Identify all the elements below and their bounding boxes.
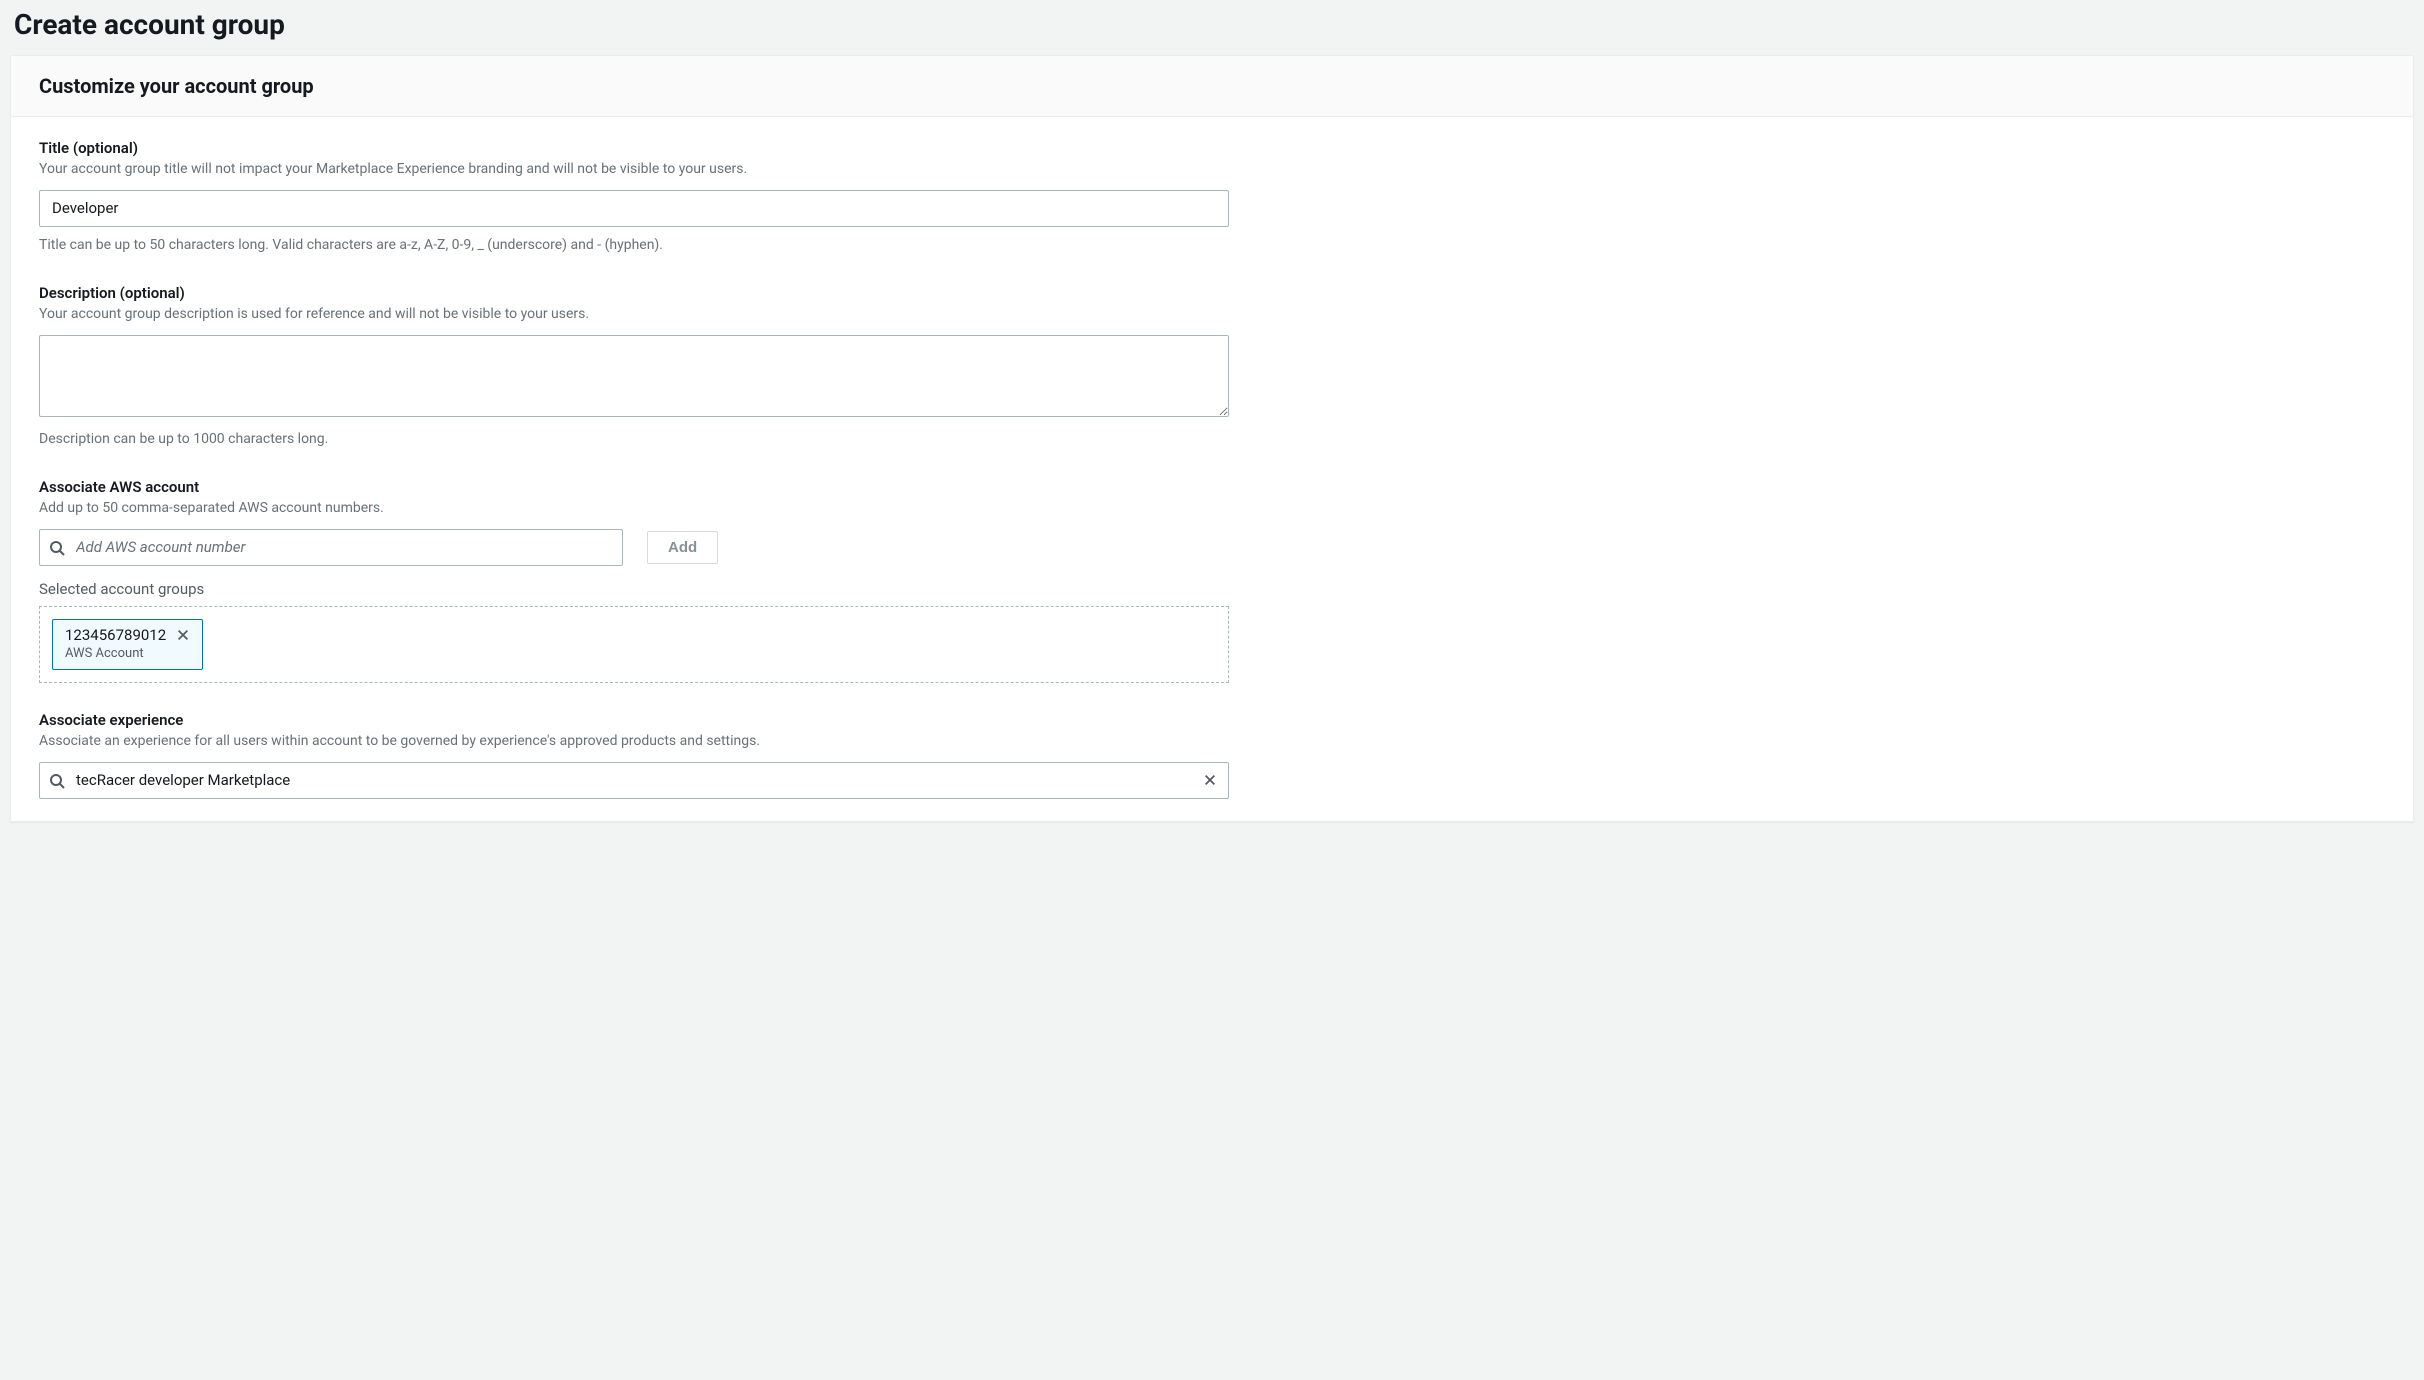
customize-card: Customize your account group Title (opti…	[10, 55, 2414, 822]
account-chip: 123456789012 AWS Account	[52, 619, 203, 670]
description-hint: Description can be up to 1000 characters…	[39, 429, 2385, 450]
title-label: Title (optional)	[39, 139, 2385, 157]
associate-experience-label: Associate experience	[39, 711, 2385, 729]
title-hint: Title can be up to 50 characters long. V…	[39, 235, 2385, 256]
search-icon	[49, 773, 65, 789]
associate-experience-help: Associate an experience for all users wi…	[39, 731, 2385, 752]
card-header: Customize your account group	[11, 56, 2413, 117]
close-icon[interactable]	[176, 628, 190, 642]
add-button[interactable]: Add	[647, 531, 718, 564]
aws-account-input[interactable]	[39, 529, 623, 566]
description-section: Description (optional) Your account grou…	[39, 284, 2385, 450]
title-section: Title (optional) Your account group titl…	[39, 139, 2385, 256]
selected-groups-label: Selected account groups	[39, 580, 2385, 598]
close-icon[interactable]	[1203, 773, 1219, 789]
description-input[interactable]	[39, 335, 1229, 417]
account-chip-type: AWS Account	[65, 646, 190, 661]
selected-groups-box: 123456789012 AWS Account	[39, 606, 1229, 683]
card-header-title: Customize your account group	[39, 74, 2385, 98]
associate-experience-section: Associate experience Associate an experi…	[39, 711, 2385, 799]
associate-account-section: Associate AWS account Add up to 50 comma…	[39, 478, 2385, 683]
title-input[interactable]	[39, 190, 1229, 227]
description-help: Your account group description is used f…	[39, 304, 2385, 325]
account-chip-number: 123456789012	[65, 626, 166, 644]
page-title: Create account group	[0, 0, 2424, 55]
search-icon	[49, 540, 65, 556]
experience-input[interactable]	[39, 762, 1229, 799]
associate-account-label: Associate AWS account	[39, 478, 2385, 496]
title-help: Your account group title will not impact…	[39, 159, 2385, 180]
associate-account-help: Add up to 50 comma-separated AWS account…	[39, 498, 2385, 519]
description-label: Description (optional)	[39, 284, 2385, 302]
